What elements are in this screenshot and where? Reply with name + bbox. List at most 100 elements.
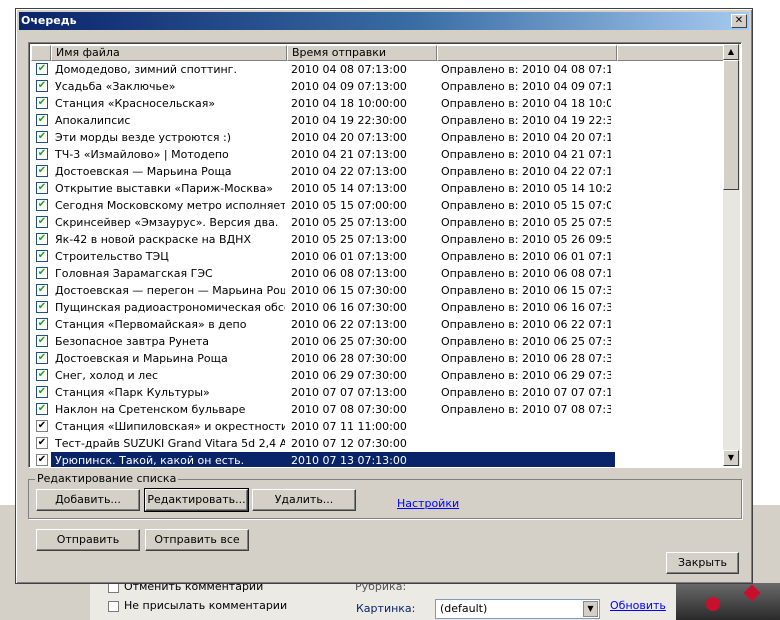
row-send-time: 2010 05 25 07:13:00 (291, 233, 407, 246)
scrollbar-thumb[interactable] (723, 60, 739, 190)
row-send-time: 2010 07 08 07:30:00 (291, 403, 407, 416)
send-all-button[interactable]: Отправить все (145, 529, 249, 551)
column-header-send-time[interactable]: Время отправки (287, 45, 437, 61)
send-button[interactable]: Отправить (36, 529, 140, 551)
table-row[interactable]: ✔ Станция «Парк Культуры» 2010 07 07 07:13… (31, 384, 725, 401)
row-status: Оправлено в: 2010 04 08 07:1... (441, 63, 611, 76)
row-checkbox[interactable]: ✔ (36, 454, 48, 466)
column-header-filename[interactable]: Имя файла (51, 45, 287, 61)
row-checkbox[interactable]: ✔ (36, 97, 48, 109)
row-status: Оправлено в: 2010 06 16 07:3... (441, 301, 611, 314)
close-icon[interactable]: ✕ (731, 14, 747, 28)
row-checkbox[interactable]: ✔ (36, 437, 48, 449)
row-filename: Домодедово, зимний споттинг. (55, 63, 237, 76)
row-checkbox[interactable]: ✔ (36, 148, 48, 160)
row-checkbox[interactable]: ✔ (36, 318, 48, 330)
settings-link[interactable]: Настройки (397, 497, 459, 510)
table-row[interactable]: ✔ Станция «Первомайская» в депо 2010 06 22… (31, 316, 725, 333)
delete-button[interactable]: Удалить... (252, 489, 356, 511)
row-checkbox[interactable]: ✔ (36, 369, 48, 381)
row-checkbox[interactable]: ✔ (36, 335, 48, 347)
row-checkbox[interactable]: ✔ (36, 199, 48, 211)
vertical-scrollbar[interactable]: ▲ ▼ (723, 44, 740, 466)
edit-button[interactable]: Редактировать... (144, 488, 249, 512)
row-status: Оправлено в: 2010 05 26 09:5... (441, 233, 611, 246)
row-checkbox[interactable]: ✔ (36, 63, 48, 75)
column-header-status[interactable] (437, 45, 617, 61)
table-row[interactable]: ✔ Станция «Красносельская» 2010 04 18 10:0… (31, 95, 725, 112)
row-checkbox[interactable]: ✔ (36, 131, 48, 143)
row-checkbox[interactable]: ✔ (36, 267, 48, 279)
row-status: Оправлено в: 2010 07 07 07:1... (441, 386, 611, 399)
table-row[interactable]: ✔ Достоевская — перегон — Марьина Рощ... 2… (31, 282, 725, 299)
table-row[interactable]: ✔ Открытие выставки «Париж-Москва» 2010 05… (31, 180, 725, 197)
table-row[interactable]: ✔ Скринсейвер «Эмзаурус». Версия два. 2010… (31, 214, 725, 231)
table-row[interactable]: ✔ Станция «Шипиловская» и окрестности. 201… (31, 418, 725, 435)
table-row[interactable]: ✔ Наклон на Сретенском бульваре 2010 07 08… (31, 401, 725, 418)
row-send-time: 2010 05 25 07:13:00 (291, 216, 407, 229)
image-detail (706, 597, 720, 611)
row-checkbox[interactable]: ✔ (36, 352, 48, 364)
row-checkbox[interactable]: ✔ (36, 182, 48, 194)
row-filename: Усадьба «Заключье» (55, 80, 176, 93)
row-checkbox[interactable]: ✔ (36, 420, 48, 432)
add-button[interactable]: Добавить... (36, 489, 140, 511)
table-row[interactable]: ✔ Сегодня Московскому метро исполняется..… (31, 197, 725, 214)
row-filename: Тест-драйв SUZUKI Grand Vitara 5d 2,4 AT (55, 437, 285, 450)
row-checkbox[interactable]: ✔ (36, 114, 48, 126)
row-status: Оправлено в: 2010 07 08 07:3... (441, 403, 611, 416)
row-filename: Головная Зарамагская ГЭС (55, 267, 213, 280)
edit-list-group-label: Редактирование списка (35, 472, 179, 485)
close-button[interactable]: Закрыть (666, 552, 739, 574)
row-checkbox[interactable]: ✔ (36, 284, 48, 296)
column-header-extra[interactable] (617, 45, 725, 61)
table-row[interactable]: ✔ Строительство ТЭЦ 2010 06 01 07:13:00 Опр… (31, 248, 725, 265)
row-status: Оправлено в: 2010 04 18 10:0... (441, 97, 611, 110)
row-send-time: 2010 04 18 10:00:00 (291, 97, 407, 110)
table-row[interactable]: ✔ ТЧ-3 «Измайлово» | Мотодепо 2010 04 21 0… (31, 146, 725, 163)
table-row[interactable]: ✔ Усадьба «Заключье» 2010 04 09 07:13:00 Оп… (31, 78, 725, 95)
row-status: Оправлено в: 2010 06 29 07:3... (441, 369, 611, 382)
row-checkbox[interactable]: ✔ (36, 301, 48, 313)
row-checkbox[interactable]: ✔ (36, 250, 48, 262)
chevron-down-icon[interactable]: ▼ (583, 601, 598, 617)
row-status: Оправлено в: 2010 05 14 10:2... (441, 182, 611, 195)
row-status: Оправлено в: 2010 05 25 07:5... (441, 216, 611, 229)
row-checkbox[interactable]: ✔ (36, 403, 48, 415)
scroll-up-icon[interactable]: ▲ (723, 44, 739, 60)
row-status: Оправлено в: 2010 04 22 07:1... (441, 165, 611, 178)
table-row[interactable]: ✔ Домодедово, зимний споттинг. 2010 04 08 … (31, 61, 725, 78)
table-row[interactable]: ✔ Головная Зарамагская ГЭС 2010 06 08 07:1… (31, 265, 725, 282)
table-row[interactable]: ✔ Достоевская — Марьина Роща 2010 04 22 07… (31, 163, 725, 180)
row-send-time: 2010 06 01 07:13:00 (291, 250, 407, 263)
row-checkbox[interactable]: ✔ (36, 165, 48, 177)
dialog-title: Очередь (21, 14, 77, 27)
table-row[interactable]: ✔ Достоевская и Марьина Роща 2010 06 28 07… (31, 350, 725, 367)
picture-label: Картинка: (356, 602, 416, 615)
queue-list[interactable]: Имя файла Время отправки ✔ Домодедово, зи… (28, 42, 742, 468)
table-row[interactable]: ✔ Урюпинск. Такой, какой он есть. 2010 07 … (31, 452, 725, 467)
row-filename: Эти морды везде устроются :) (55, 131, 232, 144)
refresh-link[interactable]: Обновить (610, 599, 666, 612)
row-checkbox[interactable]: ✔ (36, 233, 48, 245)
row-send-time: 2010 07 13 07:13:00 (291, 454, 407, 467)
row-status: Оправлено в: 2010 06 28 07:3... (441, 352, 611, 365)
no-comments-checkbox[interactable] (108, 601, 119, 612)
table-row[interactable]: ✔ Безопасное завтра Рунета 2010 06 25 07:3… (31, 333, 725, 350)
row-filename: Станция «Шипиловская» и окрестности. (55, 420, 285, 433)
table-row[interactable]: ✔ Апокалипсис 2010 04 19 22:30:00 Оправлено… (31, 112, 725, 129)
table-row[interactable]: ✔ Тест-драйв SUZUKI Grand Vitara 5d 2,4 A… (31, 435, 725, 452)
table-row[interactable]: ✔ Пущинская радиоастрономическая обсер...… (31, 299, 725, 316)
row-send-time: 2010 06 29 07:30:00 (291, 369, 407, 382)
row-checkbox[interactable]: ✔ (36, 216, 48, 228)
table-row[interactable]: ✔ Снег, холод и лес 2010 06 29 07:30:00 Опр… (31, 367, 725, 384)
picture-select[interactable]: (default) ▼ (435, 599, 600, 619)
row-filename: ТЧ-3 «Измайлово» | Мотодепо (55, 148, 229, 161)
row-checkbox[interactable]: ✔ (36, 386, 48, 398)
table-row[interactable]: ✔ Эти морды везде устроются :) 2010 04 20 … (31, 129, 725, 146)
row-checkbox[interactable]: ✔ (36, 80, 48, 92)
column-header-check[interactable] (31, 45, 51, 61)
table-row[interactable]: ✔ Як-42 в новой раскраске на ВДНХ 2010 05 … (31, 231, 725, 248)
dialog-titlebar[interactable]: Очередь ✕ (19, 12, 749, 30)
scroll-down-icon[interactable]: ▼ (723, 450, 739, 466)
